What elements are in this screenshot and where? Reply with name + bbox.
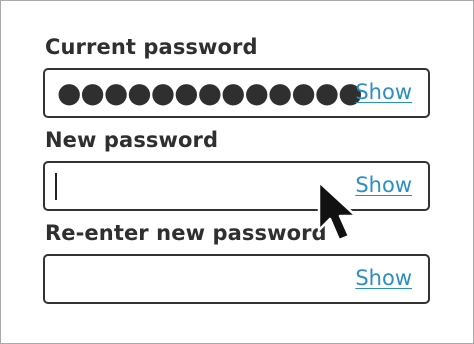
new-password-field[interactable]: Show	[43, 161, 430, 211]
new-password-show-link[interactable]: Show	[355, 173, 412, 197]
password-change-form: Current password ●●●●●●●●●●●●● Show New …	[0, 0, 474, 344]
new-password-label: New password	[45, 128, 219, 152]
text-caret	[55, 173, 57, 200]
current-password-field[interactable]: ●●●●●●●●●●●●● Show	[43, 68, 430, 118]
reenter-password-show-link[interactable]: Show	[355, 266, 412, 290]
reenter-password-label: Re-enter new password	[45, 221, 327, 245]
reenter-password-field[interactable]: Show	[43, 254, 430, 304]
current-password-show-link[interactable]: Show	[355, 80, 412, 104]
mouse-pointer-icon	[317, 180, 358, 242]
current-password-value: ●●●●●●●●●●●●●	[57, 76, 363, 109]
current-password-label: Current password	[45, 35, 258, 59]
